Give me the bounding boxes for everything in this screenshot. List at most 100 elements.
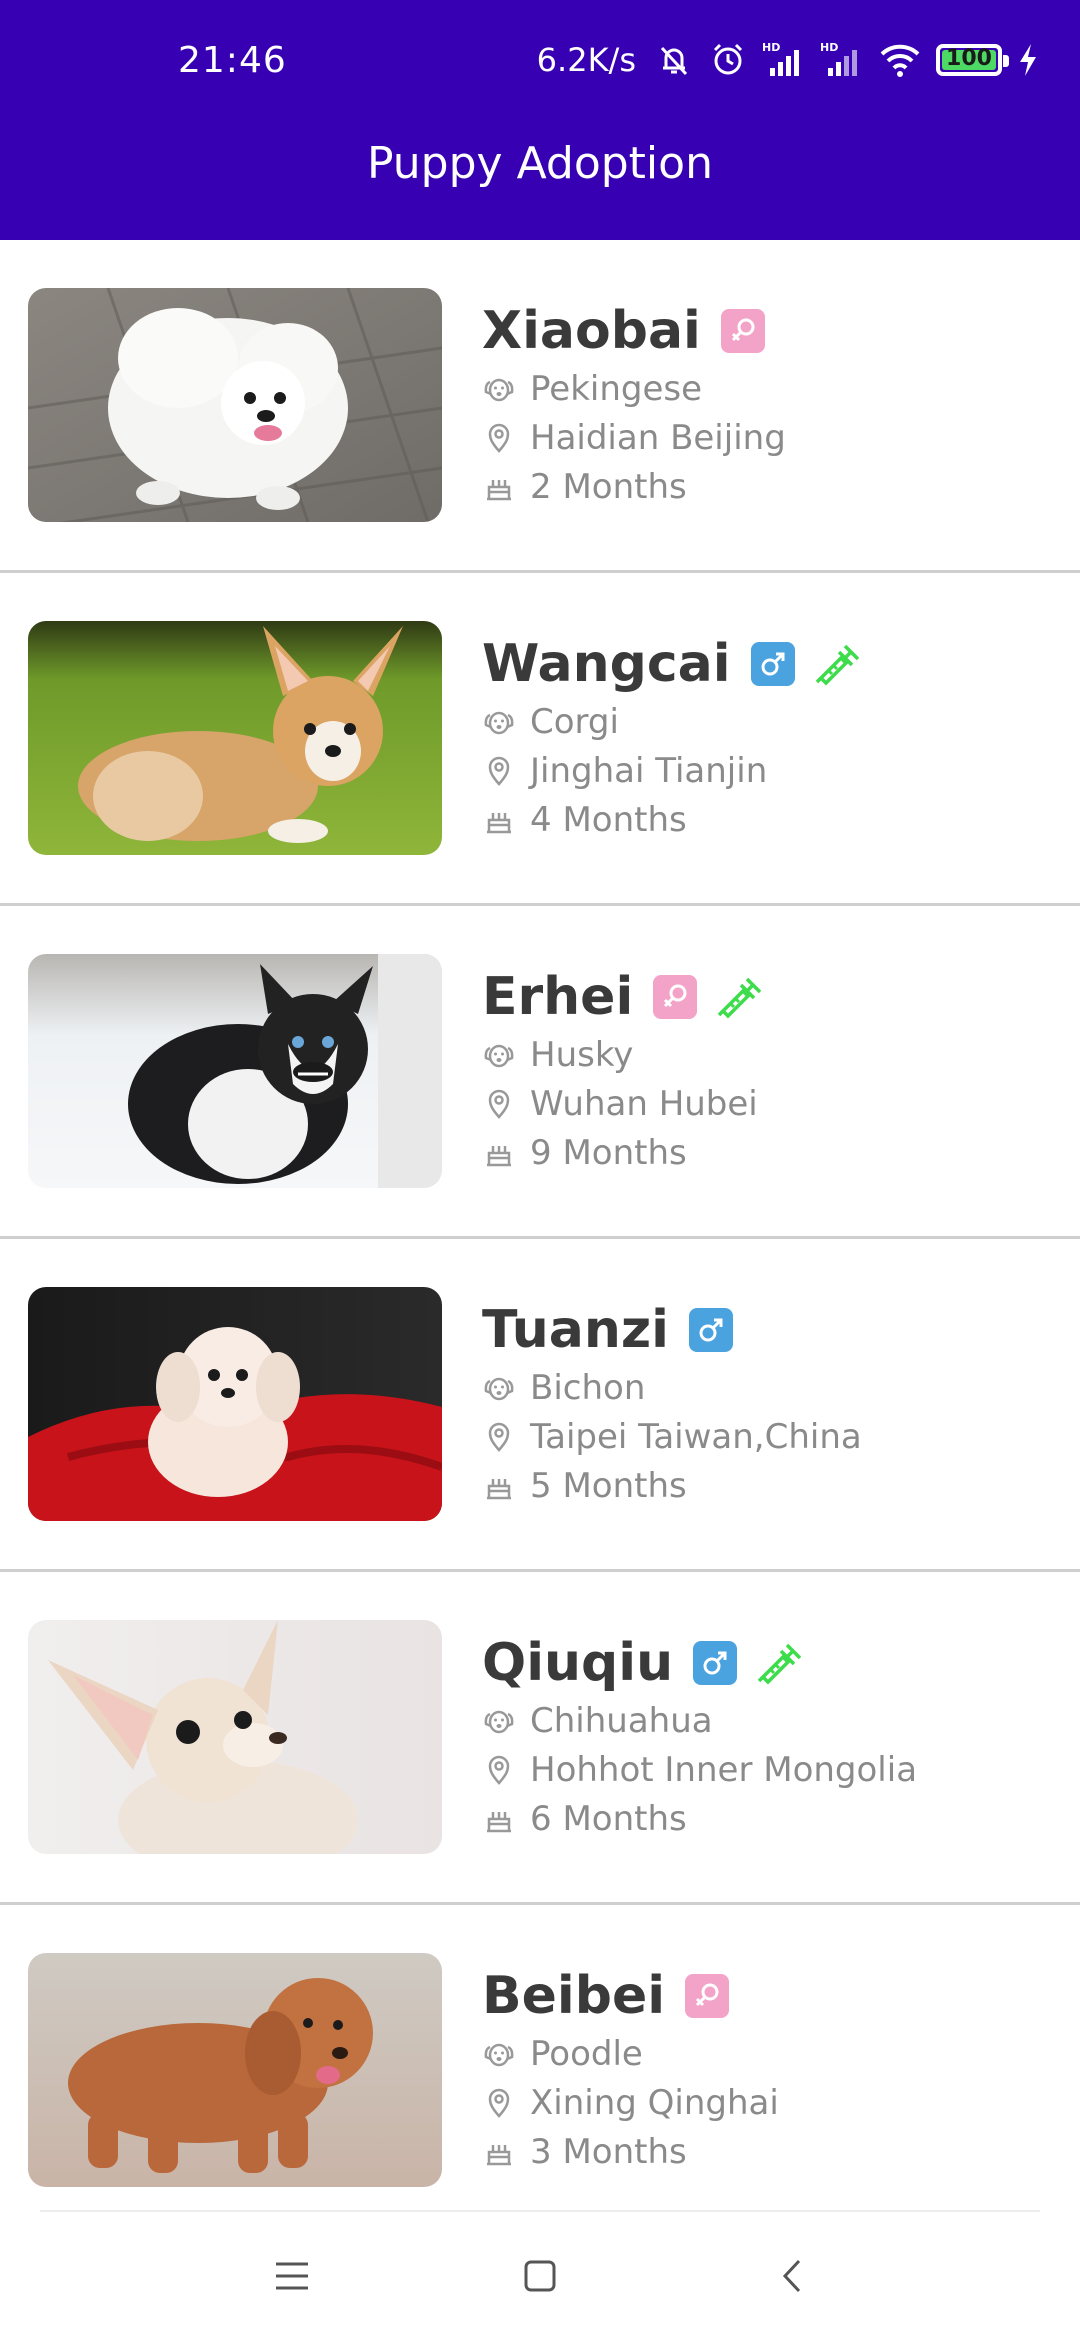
location-text: Jinghai Tianjin (530, 750, 768, 791)
location-row: Haidian Beijing (482, 413, 1050, 462)
breed-row: Corgi (482, 697, 1050, 746)
dog-face-icon (484, 1044, 514, 1067)
status-bar: 21:46 6.2K/s HD HD 100 (0, 0, 1080, 120)
status-time: 21:46 (178, 40, 287, 81)
male-icon (750, 642, 795, 686)
dog-face-icon (484, 1710, 514, 1733)
puppy-card[interactable]: Wangcai Corgi Jinghai Tianjin 4 Months (0, 573, 1080, 906)
puppy-photo (28, 621, 442, 855)
cake-icon (487, 812, 511, 833)
location-text: Taipei Taiwan,China (530, 1416, 862, 1457)
puppy-name: Erhei (482, 967, 634, 1027)
puppy-photo (28, 954, 442, 1188)
cake-icon (487, 1478, 511, 1499)
puppy-name: Qiuqiu (482, 1633, 674, 1693)
location-text: Hohhot Inner Mongolia (530, 1749, 918, 1790)
puppy-list[interactable]: Xiaobai Pekingese Haidian Beijing 2 Mont… (0, 240, 1080, 2205)
breed-row: Poodle (482, 2029, 1050, 2078)
vaccine-syringe-icon (815, 644, 859, 686)
network-speed: 6.2K/s (536, 41, 636, 79)
age-text: 5 Months (530, 1465, 687, 1506)
mute-bell-icon (660, 46, 688, 76)
puppy-photo (28, 1287, 442, 1521)
location-text: Haidian Beijing (530, 417, 786, 458)
system-nav-bar (0, 2212, 1080, 2340)
age-text: 9 Months (530, 1132, 687, 1173)
breed-text: Bichon (530, 1367, 646, 1408)
female-icon (720, 309, 765, 353)
hd-signal-icon: HD (820, 41, 857, 76)
breed-text: Husky (530, 1034, 634, 1075)
age-row: 4 Months (482, 795, 1050, 844)
location-row: Taipei Taiwan,China (482, 1412, 1050, 1461)
male-icon (688, 1308, 733, 1352)
age-text: 3 Months (530, 2131, 687, 2172)
svg-text:HD: HD (762, 41, 780, 54)
puppy-photo (28, 1953, 442, 2187)
breed-text: Chihuahua (530, 1700, 713, 1741)
dog-face-icon (484, 711, 514, 734)
puppy-card[interactable]: Erhei Husky Wuhan Hubei 9 Months (0, 906, 1080, 1239)
location-text: Wuhan Hubei (530, 1083, 758, 1124)
age-text: 2 Months (530, 466, 687, 507)
page-title: Puppy Adoption (367, 138, 713, 189)
breed-row: Chihuahua (482, 1696, 1050, 1745)
puppy-photo (28, 288, 442, 522)
location-pin-icon (488, 756, 510, 786)
location-pin-icon (488, 423, 510, 453)
age-row: 9 Months (482, 1128, 1050, 1177)
location-row: Jinghai Tianjin (482, 746, 1050, 795)
male-icon (693, 1641, 738, 1685)
hd-signal-icon: HD (762, 41, 799, 76)
location-pin-icon (488, 2088, 510, 2118)
svg-text:HD: HD (820, 41, 838, 54)
puppy-name: Wangcai (482, 634, 731, 694)
puppy-name: Beibei (482, 1966, 666, 2026)
puppy-card[interactable]: Xiaobai Pekingese Haidian Beijing 2 Mont… (0, 240, 1080, 573)
breed-text: Poodle (530, 2033, 643, 2074)
puppy-name: Xiaobai (482, 301, 701, 361)
wifi-icon (880, 44, 920, 77)
cake-icon (487, 1811, 511, 1832)
breed-row: Husky (482, 1030, 1050, 1079)
cake-icon (487, 2144, 511, 2165)
home-icon[interactable] (510, 2246, 570, 2306)
location-pin-icon (488, 1422, 510, 1452)
age-row: 2 Months (482, 462, 1050, 511)
age-row: 5 Months (482, 1461, 1050, 1510)
breed-text: Pekingese (530, 368, 703, 409)
age-text: 4 Months (530, 799, 687, 840)
dog-face-icon (484, 1377, 514, 1400)
location-text: Xining Qinghai (530, 2082, 779, 2123)
breed-row: Pekingese (482, 364, 1050, 413)
breed-row: Bichon (482, 1363, 1050, 1412)
alarm-icon (713, 43, 743, 75)
back-icon[interactable] (762, 2246, 822, 2306)
location-pin-icon (488, 1089, 510, 1119)
vaccine-syringe-icon (718, 977, 762, 1019)
menu-icon[interactable] (262, 2246, 322, 2306)
cake-icon (487, 1145, 511, 1166)
age-row: 6 Months (482, 1794, 1050, 1843)
cake-icon (487, 479, 511, 500)
puppy-name: Tuanzi (482, 1300, 669, 1360)
dog-face-icon (484, 378, 514, 401)
female-icon (685, 1974, 730, 2018)
puppy-card[interactable]: Tuanzi Bichon Taipei Taiwan,China 5 Mont… (0, 1239, 1080, 1572)
location-row: Xining Qinghai (482, 2078, 1050, 2127)
female-icon (653, 975, 698, 1019)
age-text: 6 Months (530, 1798, 687, 1839)
app-bar: 21:46 6.2K/s HD HD 100 Puppy Adoption (0, 0, 1080, 240)
dog-face-icon (484, 2043, 514, 2066)
puppy-photo (28, 1620, 442, 1854)
battery-level: 100 (946, 46, 992, 71)
puppy-card[interactable]: Beibei Poodle Xining Qinghai 3 Months (0, 1905, 1080, 2205)
breed-text: Corgi (530, 701, 619, 742)
location-row: Hohhot Inner Mongolia (482, 1745, 1050, 1794)
age-row: 3 Months (482, 2127, 1050, 2176)
battery-icon: 100 (936, 44, 1009, 76)
puppy-card[interactable]: Qiuqiu Chihuahua Hohhot Inner Mongolia 6… (0, 1572, 1080, 1905)
location-pin-icon (488, 1755, 510, 1785)
charging-bolt-icon (1020, 44, 1036, 76)
vaccine-syringe-icon (757, 1643, 802, 1685)
